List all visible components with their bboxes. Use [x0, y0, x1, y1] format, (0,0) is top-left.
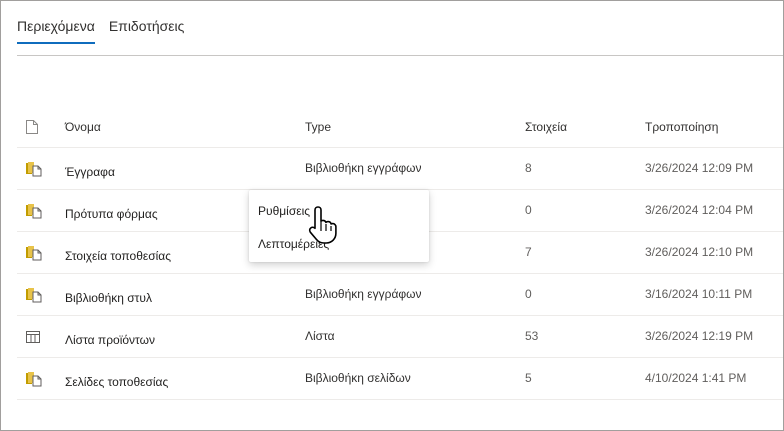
row-modified: 3/26/2024 12:19 PM [645, 328, 754, 343]
tab-subsites[interactable]: Επιδοτήσεις [109, 18, 185, 44]
library-icon [25, 274, 49, 315]
row-name[interactable]: Βιβλιοθήκη στυλ [65, 274, 152, 315]
library-icon [25, 358, 49, 399]
row-type: Βιβλιοθήκη σελίδων [305, 370, 411, 385]
row-items: 8 [525, 160, 532, 175]
column-header-name[interactable]: Όνομα [65, 106, 101, 147]
tab-contents[interactable]: Περιεχόμενα [17, 18, 95, 44]
row-type: Βιβλιοθήκη εγγράφων [305, 160, 422, 175]
tab-divider [17, 55, 783, 56]
tab-bar: Περιεχόμενα Επιδοτήσεις [17, 18, 184, 44]
row-type: Βιβλιοθήκη εγγράφων [305, 286, 422, 301]
row-items: 53 [525, 328, 539, 343]
row-items: 0 [525, 286, 532, 301]
row-items: 0 [525, 202, 532, 217]
column-header-modified[interactable]: Τροποποίηση [645, 106, 718, 147]
table-header: Όνομα Type Στοιχεία Τροποποίηση [17, 106, 783, 148]
row-modified: 4/10/2024 1:41 PM [645, 370, 747, 385]
column-header-type[interactable]: Type [305, 106, 331, 147]
row-items: 7 [525, 244, 532, 259]
menu-item-settings[interactable]: Ρυθμίσεις [258, 204, 310, 218]
column-header-items[interactable]: Στοιχεία [525, 106, 567, 147]
row-modified: 3/26/2024 12:10 PM [645, 244, 754, 259]
row-type: Λίστα [305, 328, 335, 343]
file-type-icon[interactable] [25, 106, 49, 147]
row-name[interactable]: Στοιχεία τοποθεσίας [65, 232, 171, 273]
row-name[interactable]: Σελίδες τοποθεσίας [65, 358, 168, 399]
library-icon [25, 232, 49, 273]
table-row[interactable]: Έγγραφα Βιβλιοθήκη εγγράφων 8 3/26/2024 … [17, 148, 783, 190]
menu-item-details[interactable]: Λεπτομέρειες [258, 237, 329, 251]
context-menu: Ρυθμίσεις Λεπτομέρειες [249, 190, 429, 262]
row-modified: 3/26/2024 12:04 PM [645, 202, 754, 217]
row-name[interactable]: Πρότυπα φόρμας [65, 190, 158, 231]
table-row[interactable]: Βιβλιοθήκη στυλ Βιβλιοθήκη εγγράφων 0 3/… [17, 274, 783, 316]
library-icon [25, 190, 49, 231]
content-window: Περιεχόμενα Επιδοτήσεις Όνομα Type Στοιχ… [0, 0, 784, 431]
row-modified: 3/26/2024 12:09 PM [645, 160, 754, 175]
table-row[interactable]: Σελίδες τοποθεσίας Βιβλιοθήκη σελίδων 5 … [17, 358, 783, 400]
row-modified: 3/16/2024 10:11 PM [645, 286, 753, 301]
row-name[interactable]: Λίστα προϊόντων [65, 316, 155, 357]
list-icon [25, 316, 49, 357]
library-icon [25, 148, 49, 189]
row-name[interactable]: Έγγραφα [65, 148, 115, 189]
row-items: 5 [525, 370, 532, 385]
table-row[interactable]: Λίστα προϊόντων Λίστα 53 3/26/2024 12:19… [17, 316, 783, 358]
